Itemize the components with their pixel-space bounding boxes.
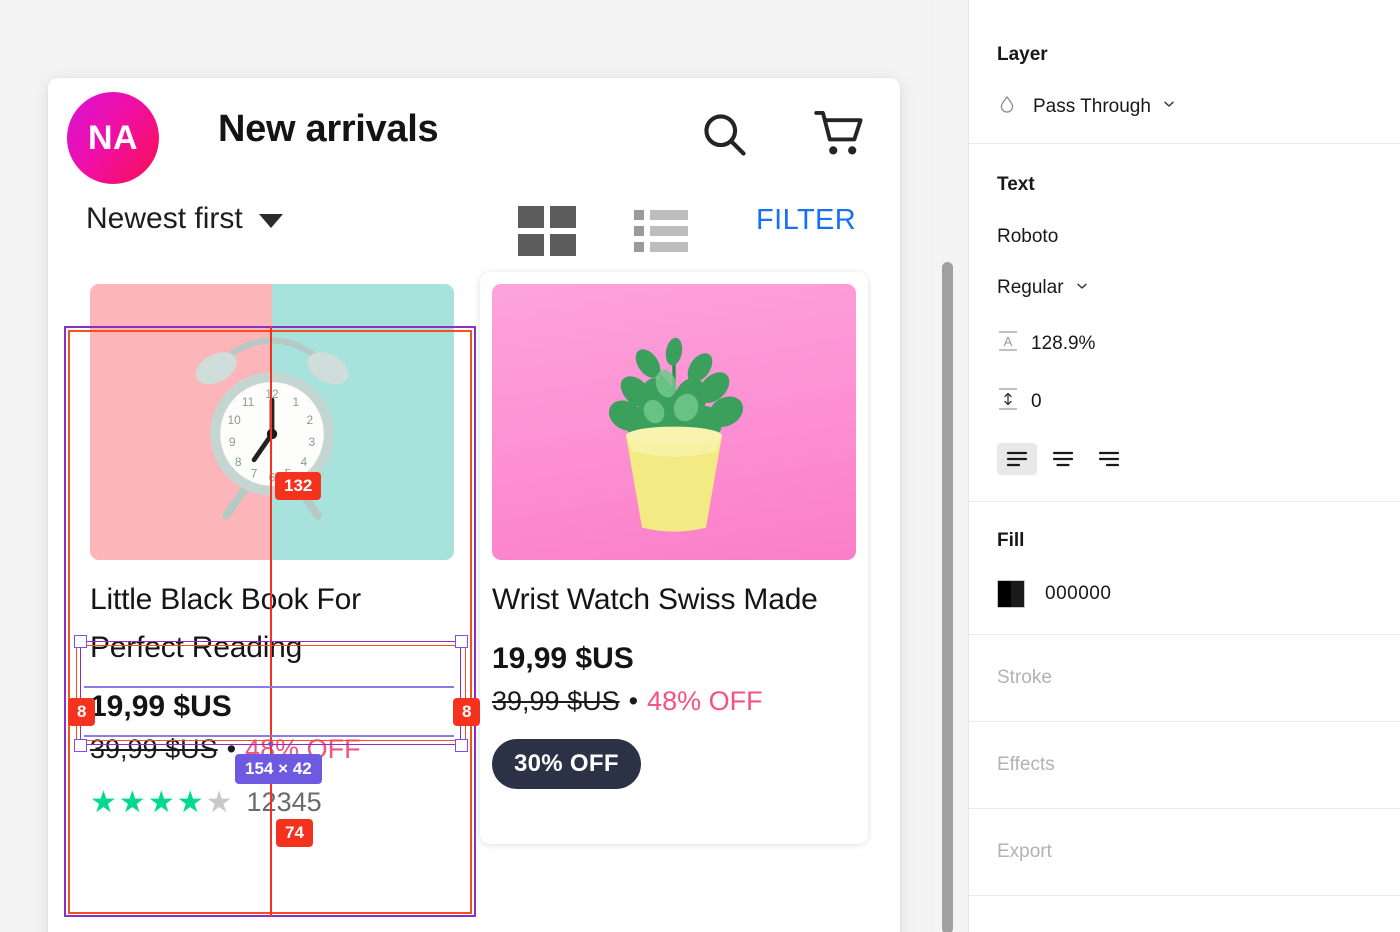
- stroke-section: Stroke: [969, 635, 1400, 722]
- shopping-cart-icon[interactable]: [813, 108, 869, 165]
- svg-text:A: A: [1004, 334, 1013, 349]
- svg-text:5: 5: [285, 467, 292, 481]
- text-metrics-row: A 128.9% A 0%: [997, 329, 1372, 358]
- chevron-down-icon: [258, 214, 283, 228]
- effects-section: Effects: [969, 722, 1400, 809]
- product-grid: 12 1 2 345 678 9 10 11 Little Black Book For…: [48, 272, 900, 844]
- product-discount: 48% OFF: [245, 734, 361, 764]
- potted-plant-photo: [492, 284, 856, 560]
- product-price: 19,99 $US: [492, 642, 634, 675]
- layer-section: Layer Pass Through 100%: [969, 0, 1400, 144]
- text-section: Text Roboto Regular 16: [969, 144, 1400, 502]
- line-height-icon: A: [997, 329, 1019, 358]
- list-view-icon[interactable]: [634, 208, 688, 261]
- product-rating: ★ ★ ★ ★ ★ 12345: [90, 787, 454, 818]
- export-section-title: Export: [997, 841, 1052, 862]
- rating-count: 12345: [246, 787, 322, 817]
- sort-filter-toolbar: Newest first FILTER: [48, 186, 900, 272]
- star-icon-empty: ★: [205, 785, 233, 819]
- search-icon[interactable]: [698, 108, 750, 165]
- product-card-2[interactable]: Wrist Watch Swiss Made 19,99 $US 39,99 $…: [480, 272, 868, 844]
- svg-text:8: 8: [235, 455, 242, 469]
- product-discount: 48% OFF: [647, 686, 763, 716]
- text-section-header: Text: [997, 174, 1372, 196]
- avatar[interactable]: NA: [67, 92, 159, 184]
- center-point-marker: [268, 742, 272, 746]
- line-height-value[interactable]: 128.9%: [1031, 333, 1095, 355]
- separator-dot: •: [226, 734, 237, 764]
- svg-text:11: 11: [242, 395, 255, 409]
- chevron-down-icon[interactable]: [1074, 278, 1090, 299]
- align-left-icon[interactable]: [997, 443, 1037, 475]
- svg-text:6: 6: [269, 471, 276, 485]
- product-old-price: 39,99 $US: [492, 686, 620, 716]
- star-icon: ★: [90, 785, 117, 819]
- star-icon: ★: [176, 785, 204, 819]
- alignment-row: •••: [997, 443, 1372, 475]
- mobile-app-frame[interactable]: NA New arrivals Newest first FILTER 12 1…: [48, 78, 900, 932]
- svg-text:3: 3: [308, 435, 315, 449]
- canvas-scrollbar-thumb[interactable]: [942, 262, 953, 932]
- paragraph-spacing-icon: [997, 386, 1019, 417]
- product-title: Little Black Book For Perfect Reading: [90, 583, 361, 664]
- status-badge: 30% OFF: [492, 739, 641, 789]
- layer-section-title: Layer: [997, 44, 1048, 65]
- fill-color-row: 000000 87%: [997, 580, 1372, 608]
- align-center-icon[interactable]: [1043, 443, 1083, 475]
- app-bar: NA New arrivals: [48, 78, 900, 186]
- fill-hex-value[interactable]: 000000: [1045, 583, 1111, 605]
- svg-text:2: 2: [307, 413, 314, 427]
- svg-text:7: 7: [251, 467, 258, 481]
- page-title: New arrivals: [218, 108, 439, 150]
- svg-text:4: 4: [301, 455, 308, 469]
- filter-button[interactable]: FILTER: [756, 204, 856, 237]
- product-discount-line: 39,99 $US • 48% OFF: [492, 686, 856, 717]
- svg-text:1: 1: [293, 395, 300, 409]
- text-section-title: Text: [997, 174, 1035, 195]
- blend-mode-value[interactable]: Pass Through: [1033, 96, 1151, 118]
- chevron-down-icon[interactable]: [1161, 96, 1177, 117]
- fill-section: Fill 000000 87%: [969, 502, 1400, 635]
- font-weight-value[interactable]: Regular: [997, 277, 1064, 299]
- figma-editor-window: NA New arrivals Newest first FILTER 12 1…: [0, 0, 1400, 932]
- paragraph-row: 0: [997, 386, 1372, 417]
- blend-mode-row: Pass Through 100%: [997, 94, 1372, 119]
- fill-section-title: Fill: [997, 530, 1025, 551]
- svg-text:10: 10: [228, 413, 242, 427]
- product-old-price: 39,99 $US: [90, 734, 218, 764]
- avatar-initials: NA: [87, 118, 139, 157]
- star-icon: ★: [147, 785, 175, 819]
- effects-section-title: Effects: [997, 754, 1055, 775]
- export-section: Export: [969, 809, 1400, 896]
- star-icon: ★: [118, 785, 146, 819]
- product-card-1[interactable]: 12 1 2 345 678 9 10 11 Little Black Book For…: [78, 272, 466, 844]
- fill-section-header: Fill: [997, 530, 1372, 552]
- svg-text:12: 12: [265, 387, 279, 401]
- align-right-icon[interactable]: [1089, 443, 1129, 475]
- sort-label: Newest first: [86, 202, 243, 235]
- font-weight-row: Regular 16: [997, 277, 1372, 299]
- font-family-value[interactable]: Roboto: [997, 226, 1372, 248]
- svg-text:9: 9: [229, 435, 236, 449]
- product-discount-line: 39,99 $US • 48% OFF: [90, 734, 454, 765]
- blend-mode-icon: [997, 94, 1017, 119]
- properties-panel: Layer Pass Through 100%: [968, 0, 1400, 932]
- stroke-section-title: Stroke: [997, 667, 1052, 688]
- grid-view-icon[interactable]: [518, 206, 576, 263]
- product-title: Wrist Watch Swiss Made: [492, 583, 818, 616]
- paragraph-spacing-value[interactable]: 0: [1031, 391, 1042, 413]
- separator-dot: •: [628, 686, 639, 716]
- product-price: 19,99 $US: [90, 690, 232, 723]
- design-canvas[interactable]: NA New arrivals Newest first FILTER 12 1…: [0, 0, 968, 932]
- color-swatch[interactable]: [997, 580, 1025, 608]
- alarm-clock-photo: 12 1 2 345 678 9 10 11: [90, 284, 454, 560]
- sort-dropdown[interactable]: Newest first: [86, 202, 283, 236]
